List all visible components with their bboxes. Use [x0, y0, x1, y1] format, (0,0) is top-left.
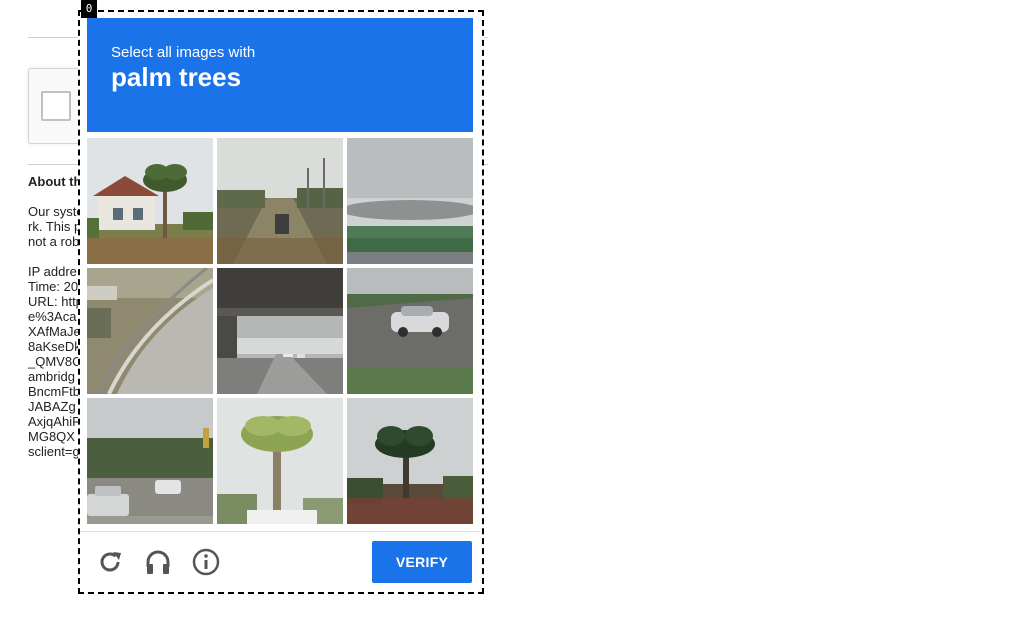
- footer-divider: [80, 531, 480, 532]
- about-heading: About th: [28, 174, 82, 189]
- focus-index-badge: 0: [81, 0, 97, 18]
- tech-line[interactable]: e%3Aca: [28, 309, 83, 324]
- image-tile[interactable]: [347, 398, 473, 524]
- verify-button[interactable]: VERIFY: [372, 541, 472, 583]
- reload-icon[interactable]: [95, 547, 125, 577]
- tech-line: sclient=g: [28, 444, 80, 459]
- tech-line[interactable]: XAfMaJe: [28, 324, 83, 339]
- tech-line[interactable]: ambridg: [28, 369, 83, 384]
- tech-line[interactable]: URL: http: [28, 294, 83, 309]
- tile-cars-street-image: [87, 398, 213, 524]
- tech-line: Time: 20: [28, 279, 79, 294]
- tech-line[interactable]: BncmFtb: [28, 384, 83, 399]
- tile-tall-palm-image: [217, 398, 343, 524]
- challenge-instruction: Select all images with: [111, 44, 256, 61]
- image-tile[interactable]: [217, 138, 343, 264]
- image-tile[interactable]: [87, 398, 213, 524]
- tech-line[interactable]: AxjqAhiF: [28, 414, 83, 429]
- tile-road-image: [217, 138, 343, 264]
- tech-line[interactable]: _QMV8C: [28, 354, 83, 369]
- info-icon[interactable]: [191, 547, 221, 577]
- tech-line: IP addre: [28, 264, 77, 279]
- recaptcha-checkbox[interactable]: [41, 91, 71, 121]
- challenge-keyword: palm trees: [111, 62, 242, 92]
- image-tile[interactable]: [87, 138, 213, 264]
- image-tile[interactable]: [217, 398, 343, 524]
- image-tile[interactable]: [347, 268, 473, 394]
- tile-dark-palm-image: [347, 398, 473, 524]
- challenge-header: Select all images with palm trees: [87, 18, 473, 132]
- headphones-icon[interactable]: [143, 547, 173, 577]
- tile-car-image: [347, 268, 473, 394]
- tile-house-palm-image: [87, 138, 213, 264]
- tech-line[interactable]: 8aKseDk: [28, 339, 83, 354]
- tech-line[interactable]: MG8QX: [28, 429, 83, 444]
- image-tile[interactable]: [217, 268, 343, 394]
- technical-details: IP addre Time: 20 URL: http e%3Aca XAfMa…: [28, 264, 83, 459]
- tile-overpass-image: [217, 268, 343, 394]
- image-tile[interactable]: [347, 138, 473, 264]
- tile-curved-road-image: [87, 268, 213, 394]
- tech-line[interactable]: JABAZg: [28, 399, 83, 414]
- image-tile[interactable]: [87, 268, 213, 394]
- tile-sky-image: [347, 138, 473, 264]
